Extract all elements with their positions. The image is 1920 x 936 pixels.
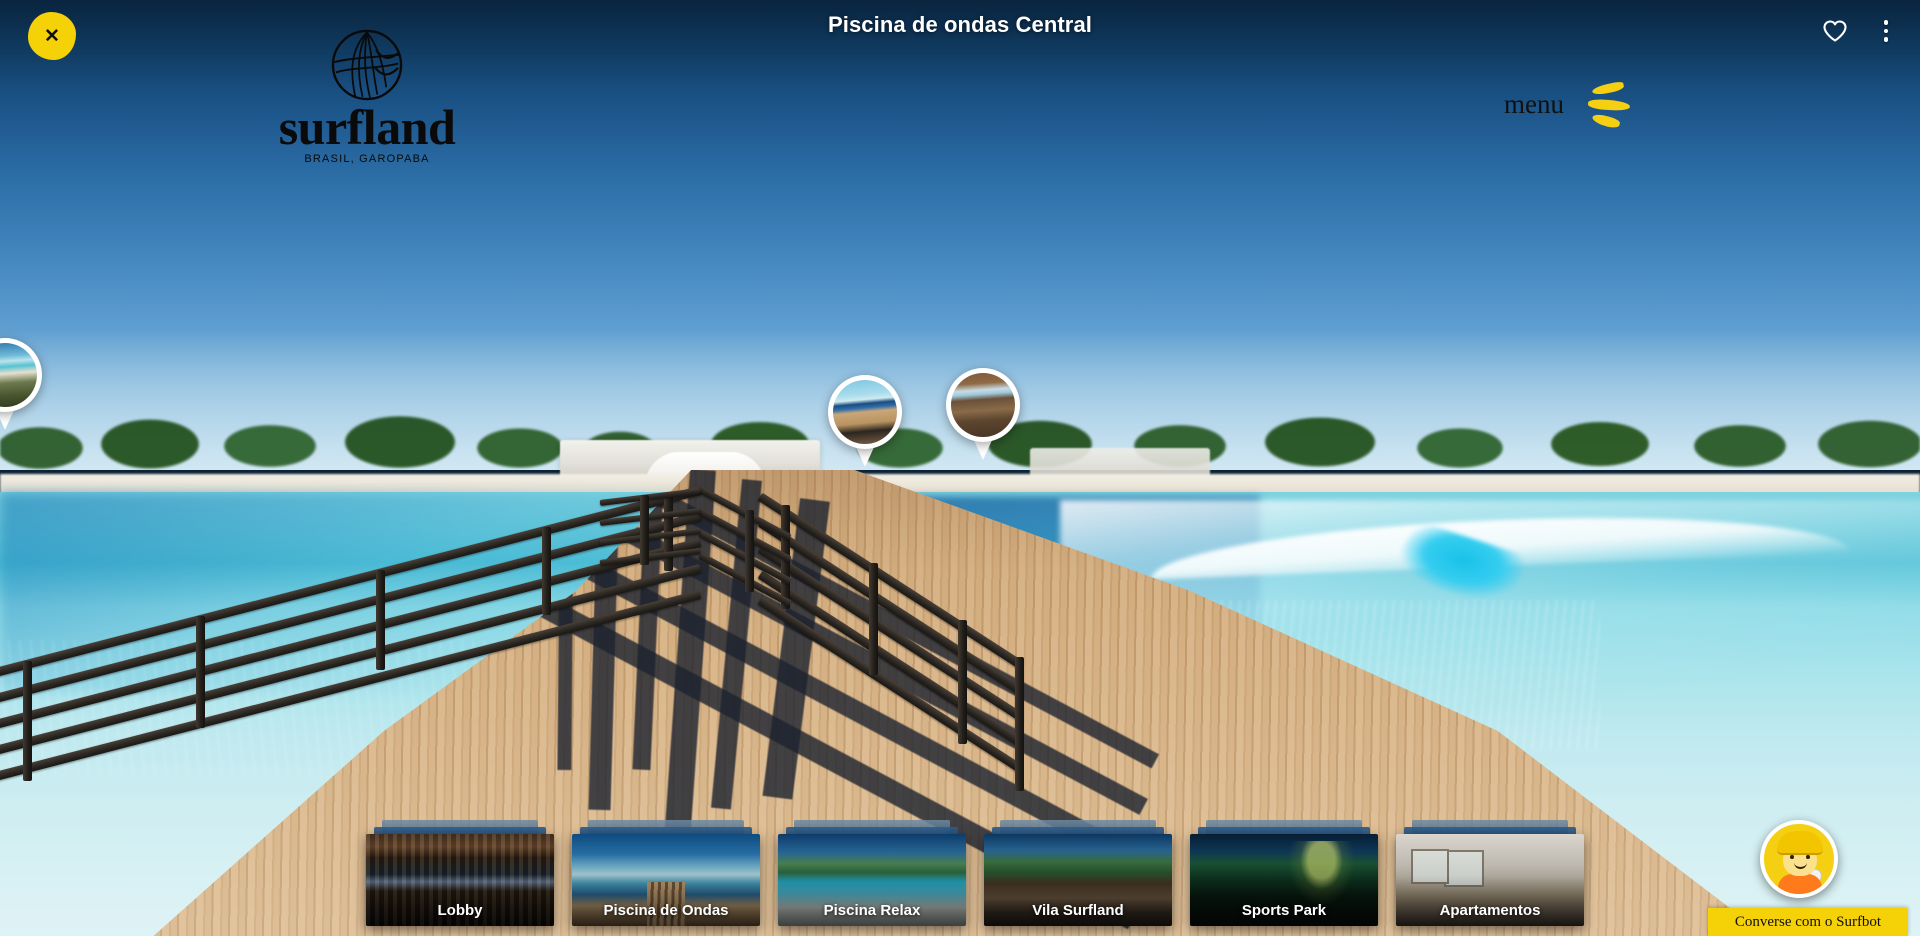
thumb-face: Lobby <box>366 834 554 926</box>
railing-post <box>1014 656 1024 791</box>
kebab-dot-2 <box>1883 28 1888 33</box>
thumb-label: Sports Park <box>1241 902 1327 919</box>
scene-thumbnail-5[interactable]: Apartamentos <box>1396 820 1584 926</box>
thumb-label: Piscina de Ondas <box>603 902 729 919</box>
avatar-eye-left <box>1790 855 1794 859</box>
avatar-eye-right <box>1806 855 1810 859</box>
heart-icon <box>1822 20 1847 42</box>
more-options-button[interactable] <box>1874 16 1899 46</box>
menu-stroke-1 <box>1591 80 1625 97</box>
thumb-face: Piscina Relax <box>778 834 966 926</box>
railing-post <box>869 562 879 675</box>
railing-post <box>541 526 551 615</box>
surfer-avatar-icon <box>1760 820 1838 898</box>
scene-thumbnail-4[interactable]: Sports Park <box>1190 820 1378 926</box>
favorite-button[interactable] <box>1822 19 1848 43</box>
thumb-label: Vila Surfland <box>1032 902 1124 919</box>
pin-preview-image <box>833 380 897 444</box>
kebab-dot-1 <box>1883 20 1888 25</box>
thumb-label: Piscina Relax <box>823 902 921 919</box>
scene-thumbnail-1[interactable]: Piscina de Ondas <box>572 820 760 926</box>
railing-post <box>23 660 33 781</box>
railing-post <box>640 495 649 566</box>
avatar-hair <box>1777 831 1823 855</box>
thumb-label: Lobby <box>437 902 483 919</box>
railing-post <box>957 619 967 744</box>
railing-post <box>745 510 754 592</box>
scene-thumbnail-3[interactable]: Vila Surfland <box>984 820 1172 926</box>
menu-stroke-3 <box>1591 112 1621 130</box>
scene-thumbnail-0[interactable]: Lobby <box>366 820 554 926</box>
panorama-viewer[interactable]: ✕ Piscina de ondas Central surfland BRAS… <box>0 0 1920 936</box>
brush-hamburger-icon <box>1578 78 1631 130</box>
menu-stroke-2 <box>1587 98 1631 112</box>
menu-label: menu <box>1504 88 1564 119</box>
thumb-label: Apartamentos <box>1439 902 1541 919</box>
pin-preview-image <box>951 373 1015 437</box>
kebab-dot-3 <box>1883 37 1888 42</box>
hotspot-boardwalk[interactable] <box>828 375 902 467</box>
topbar-actions <box>1822 16 1899 46</box>
thumb-face: Vila Surfland <box>984 834 1172 926</box>
menu-button[interactable]: menu <box>1504 78 1631 130</box>
hotspot-left-edge[interactable] <box>0 338 42 430</box>
railing-post <box>376 569 385 670</box>
thumb-face: Piscina de Ondas <box>572 834 760 926</box>
scene-thumbnail-2[interactable]: Piscina Relax <box>778 820 966 926</box>
thumb-face: Sports Park <box>1190 834 1378 926</box>
avatar-body <box>1778 874 1822 894</box>
surfbot-chat-widget[interactable]: Converse com o Surfbot <box>1708 820 1908 936</box>
railing-post <box>196 616 205 729</box>
surfbot-label: Converse com o Surfbot <box>1708 908 1908 936</box>
page-title: Piscina de ondas Central <box>827 12 1093 37</box>
thumb-face: Apartamentos <box>1396 834 1584 926</box>
hotspot-deckchairs[interactable] <box>946 368 1020 460</box>
